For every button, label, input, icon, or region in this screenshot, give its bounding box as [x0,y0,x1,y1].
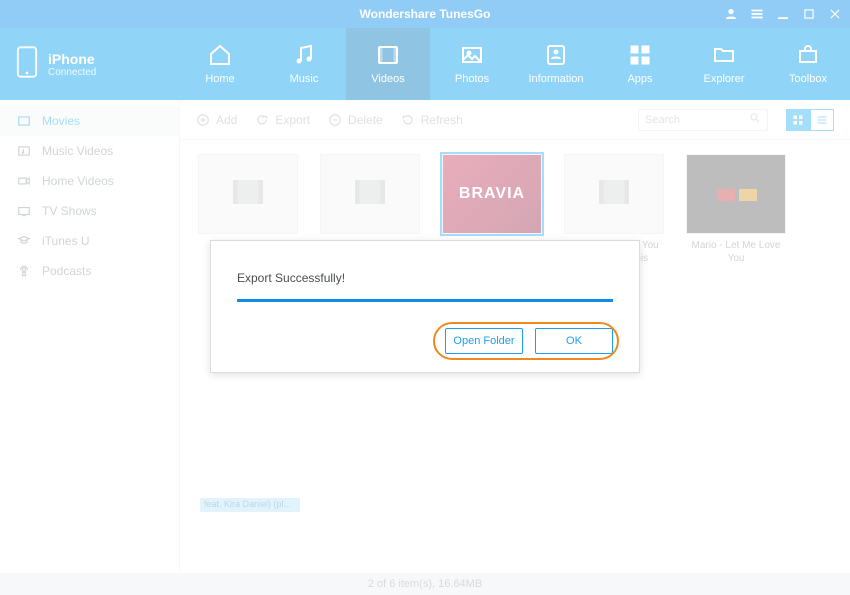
progress-bar [237,299,613,302]
export-dialog: Export Successfully! Open Folder OK [210,240,640,373]
dialog-message: Export Successfully! [237,271,613,285]
open-folder-button[interactable]: Open Folder [445,328,523,354]
modal-overlay: Export Successfully! Open Folder OK [0,0,850,595]
dialog-actions: Open Folder OK [237,328,613,354]
ok-button[interactable]: OK [535,328,613,354]
